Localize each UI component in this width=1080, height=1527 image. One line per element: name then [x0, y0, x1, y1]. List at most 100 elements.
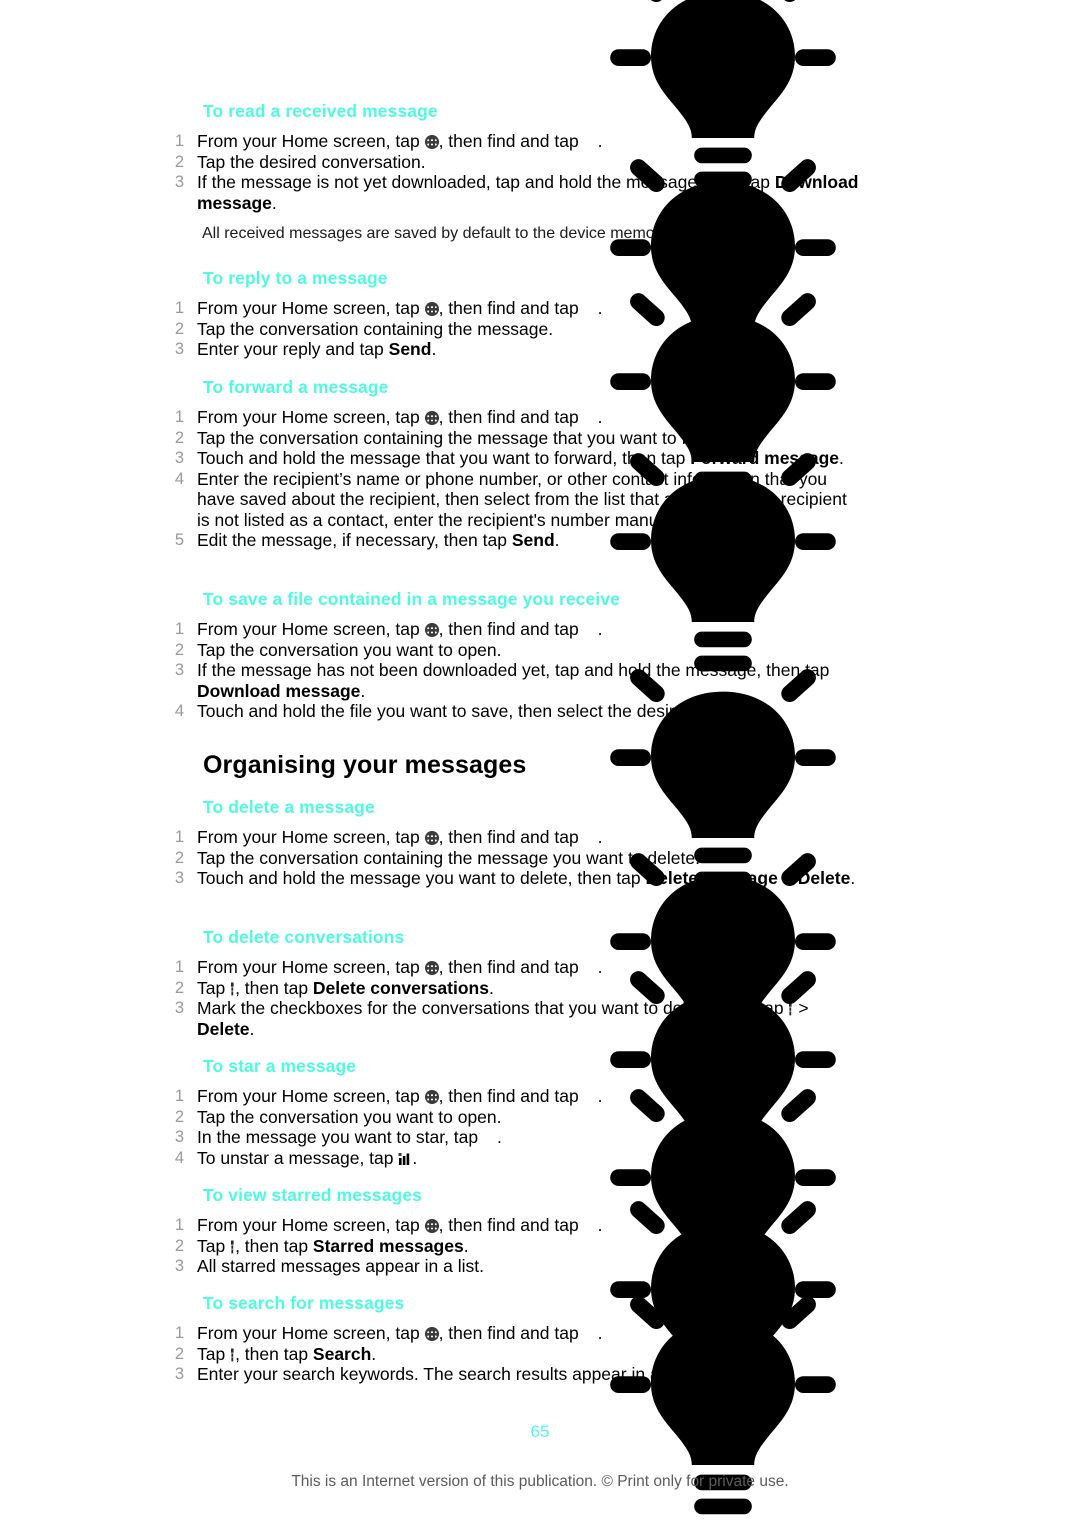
step-number: 2 [174, 640, 184, 659]
step-number: 3 [174, 661, 184, 679]
step-text: Tap , then tap Starred messages. [197, 1235, 469, 1256]
apps-grid-icon [424, 961, 439, 975]
step-number: 3 [174, 999, 184, 1017]
step-item: 4 Enter the recipient’s name or phone num… [162, 469, 862, 531]
overflow-menu-icon [230, 1346, 235, 1361]
step-item: 1 From your Home screen, tap , then find … [162, 619, 862, 640]
step-item: 3 In the message you want to star, tap . [162, 1127, 862, 1148]
emphasised-label: Delete [797, 868, 851, 888]
overflow-menu-icon [230, 980, 235, 995]
section-star-a-message: To star a message 1 From your Home screen,… [162, 1056, 862, 1168]
step-number: 3 [174, 1128, 184, 1146]
step-text: Touch and hold the file you want to save… [197, 701, 752, 721]
step-number: 3 [174, 340, 184, 358]
step-item: 1 From your Home screen, tap , then find … [162, 298, 862, 319]
emphasised-label: Starred messages [312, 1235, 464, 1256]
step-item: 1 From your Home screen, tap , then find … [162, 1323, 862, 1344]
apps-grid-icon [424, 135, 439, 149]
step-text: From your Home screen, tap , then find a… [197, 298, 603, 318]
step-text: Tap the conversation containing the mess… [197, 318, 554, 339]
step-item: 5 Edit the message, if necessary, then ta… [162, 530, 862, 551]
section-delete-conversations: To delete conversations 1 From your Home s… [162, 927, 862, 1039]
imprint-notice: This is an Internet version of this publ… [291, 1473, 789, 1490]
step-item: 1 From your Home screen, tap , then find … [162, 827, 862, 848]
step-number: 2 [174, 1236, 184, 1255]
step-number: 1 [174, 620, 184, 638]
step-text: Tap the conversation containing the mess… [197, 427, 745, 448]
step-number: 3 [174, 173, 184, 191]
message-app-icon [584, 1220, 598, 1233]
step-number: 4 [174, 469, 184, 488]
step-item: 1 From your Home screen, tap , then find … [162, 407, 862, 428]
step-number: 2 [174, 978, 184, 997]
step-text: From your Home screen, tap , then find a… [197, 131, 603, 151]
apps-grid-icon [424, 411, 439, 425]
step-text: Enter the recipient’s name or phone numb… [197, 468, 847, 530]
section-view-starred-messages: To view starred messages 1 From your Home … [162, 1185, 862, 1277]
step-text: From your Home screen, tap , then find a… [197, 619, 603, 639]
step-list: 1 From your Home screen, tap , then find … [162, 407, 862, 551]
emphasised-label: Delete [197, 1018, 250, 1039]
overflow-menu-icon [230, 1238, 235, 1253]
manual-page: To read a received message 1 From your Hom… [0, 0, 1080, 1527]
apps-grid-icon [424, 1327, 439, 1341]
section-heading: To star a message [203, 1056, 357, 1076]
step-item: 3 Touch and hold the message that you wan… [162, 448, 862, 469]
section-note: All received messages are saved by defau… [202, 225, 672, 242]
emphasised-label: Download message [197, 680, 361, 701]
step-list: 1 From your Home screen, tap , then find … [162, 1323, 862, 1385]
chapter-heading: Organising your messages [203, 751, 527, 779]
section-search-for-messages: To search for messages 1 From your Home sc… [162, 1293, 862, 1385]
message-app-icon [584, 136, 598, 149]
section-forward-message: To forward a message 1 From your Home scre… [162, 377, 862, 551]
apps-grid-icon [424, 623, 439, 637]
section-heading: To delete a message [203, 797, 375, 817]
step-text: To unstar a message, tap . [197, 1147, 418, 1168]
section-heading: To reply to a message [203, 268, 388, 288]
apps-grid-icon [424, 1090, 439, 1104]
section-heading: To delete conversations [203, 927, 405, 947]
step-text: Touch and hold the message that you want… [197, 448, 844, 468]
step-text: Touch and hold the message you want to d… [197, 868, 856, 888]
step-item: 2 Tap the conversation containing the mes… [162, 848, 862, 869]
step-text: From your Home screen, tap , then find a… [197, 1086, 603, 1106]
step-list: 1 From your Home screen, tap , then find … [162, 957, 862, 1039]
step-text: Edit the message, if necessary, then tap… [197, 530, 560, 550]
section-heading: To forward a message [203, 377, 389, 397]
apps-grid-icon [424, 831, 439, 845]
step-number: 5 [174, 531, 184, 549]
emphasised-label: Delete message [645, 868, 778, 888]
step-text: Tap the conversation you want to open. [197, 639, 502, 660]
emphasised-label: Delete conversations [312, 977, 489, 998]
step-item: 3 Enter your search keywords. The search … [162, 1364, 862, 1385]
step-number: 3 [174, 1257, 184, 1275]
step-item: 2 Tap , then tap Starred messages. [162, 1236, 862, 1257]
step-number: 2 [174, 428, 184, 447]
step-number: 3 [174, 449, 184, 467]
step-list: 1 From your Home screen, tap , then find … [162, 827, 862, 889]
step-item: 2 Tap the conversation you want to open. [162, 1107, 862, 1128]
section-save-file-in-message: To save a file contained in a message yo… [162, 589, 862, 722]
step-number: 2 [174, 1107, 184, 1126]
step-item: 3 All starred messages appear in a list. [162, 1256, 862, 1277]
step-text: Tap the desired conversation. [197, 151, 426, 172]
overflow-menu-icon [788, 1000, 793, 1016]
section-heading: To save a file contained in a message yo… [203, 589, 620, 609]
step-list: 1 From your Home screen, tap , then find … [162, 131, 862, 213]
step-text: From your Home screen, tap , then find a… [197, 957, 603, 977]
step-text: If the message has not been downloaded y… [197, 660, 830, 701]
step-text: Mark the checkboxes for the conversation… [197, 998, 809, 1039]
step-item: 1 From your Home screen, tap , then find … [162, 131, 862, 152]
step-number: 1 [174, 1324, 184, 1342]
step-item: 2 Tap the conversation you want to open. [162, 640, 862, 661]
page-number: 65 [530, 1422, 550, 1441]
step-text: In the message you want to star, tap . [197, 1127, 502, 1147]
bar-chart-icon [398, 1150, 412, 1165]
step-list: 1 From your Home screen, tap , then find … [162, 619, 862, 722]
step-number: 1 [174, 132, 184, 150]
step-text: If the message is not yet downloaded, ta… [197, 172, 859, 213]
section-delete-a-message: To delete a message 1 From your Home scree… [162, 797, 862, 889]
section-read-received-message: To read a received message 1 From your Hom… [162, 101, 862, 213]
step-text: All starred messages appear in a list. [197, 1256, 484, 1276]
step-item: 3 If the message is not yet downloaded, t… [162, 172, 862, 213]
